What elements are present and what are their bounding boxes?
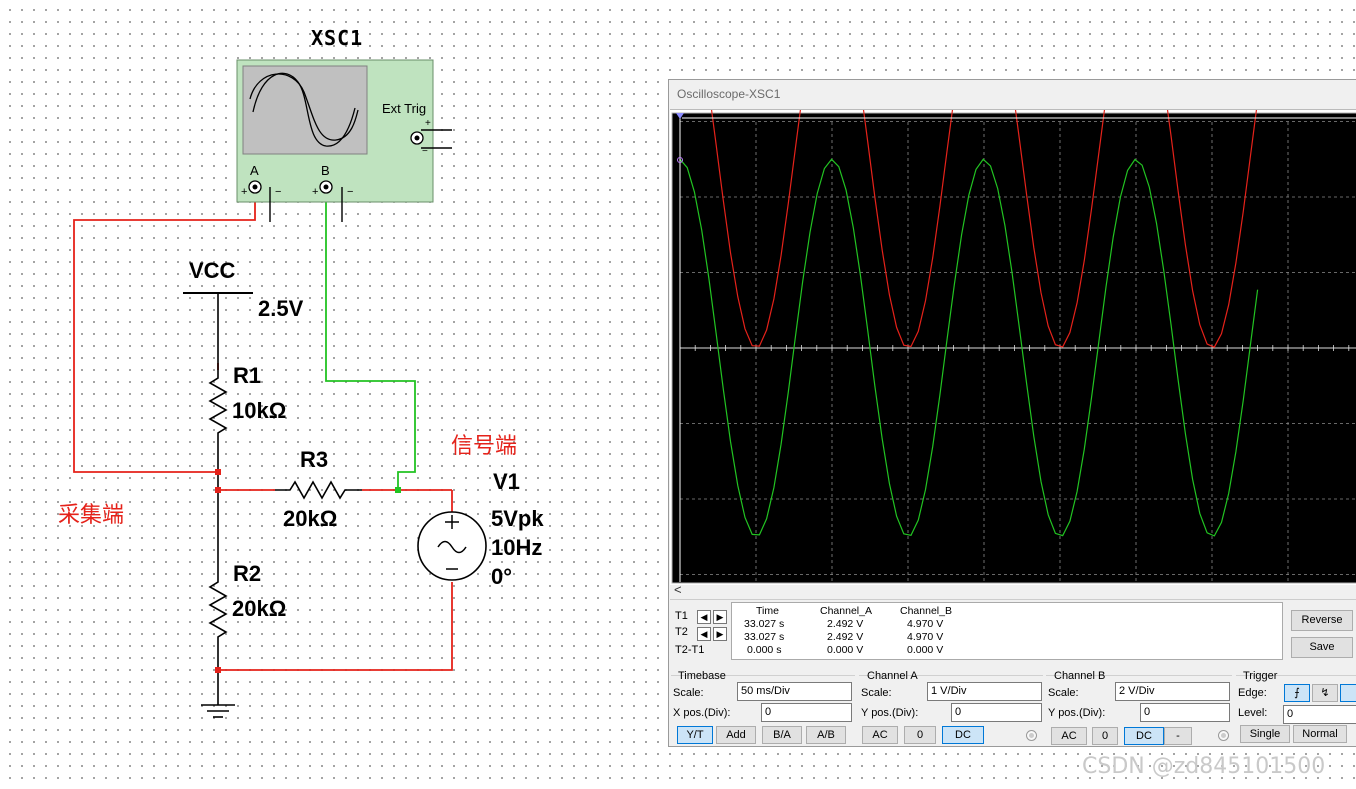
channel-a-scale-label: Scale:	[861, 687, 892, 699]
channel-a-ypos-label: Y pos.(Div):	[861, 707, 919, 719]
oscilloscope-window[interactable]: Oscilloscope-XSC1 < T1 ◀ ▶ T2 ◀ ▶ T2-T1 …	[668, 79, 1356, 747]
r2-symbol[interactable]	[208, 570, 228, 648]
channel-b-ac-button[interactable]: AC	[1051, 727, 1087, 745]
t1-label: T1	[675, 610, 688, 622]
scope-plot	[671, 110, 1356, 584]
readout-diff-a: 0.000 V	[827, 644, 864, 656]
mode-add-button[interactable]: Add	[716, 726, 756, 744]
timebase-title: Timebase	[678, 670, 726, 682]
falling-edge-icon[interactable]: ↯	[1312, 684, 1338, 702]
readout-header-channel-b: Channel_B	[900, 605, 952, 617]
r1-value: 10kΩ	[232, 398, 287, 423]
t1-left-arrow-icon[interactable]: ◀	[697, 610, 711, 624]
t2-left-arrow-icon[interactable]: ◀	[697, 627, 711, 641]
timebase-scale-label: Scale:	[673, 687, 704, 699]
t2-t1-label: T2-T1	[675, 644, 705, 656]
readout-t2-a: 2.492 V	[827, 631, 864, 643]
channel-a-ac-button[interactable]: AC	[862, 726, 898, 744]
readout-header-time: Time	[756, 605, 779, 617]
green-junction	[395, 487, 401, 493]
watermark: CSDN @zd845101500	[1082, 754, 1326, 779]
channel-a-terminal-label: A	[250, 163, 259, 178]
ground-symbol	[201, 704, 235, 718]
ext-trig-minus: −	[422, 146, 428, 157]
channel-a-dc-button[interactable]: DC	[942, 726, 984, 744]
schematic-canvas	[73, 59, 487, 718]
v1-name: V1	[493, 469, 520, 494]
channel-b-zero-button[interactable]: 0	[1092, 727, 1118, 745]
channel-a-title: Channel A	[867, 670, 918, 682]
channel-b-title: Channel B	[1054, 670, 1106, 682]
r3-symbol[interactable]	[275, 480, 362, 500]
r2-value: 20kΩ	[232, 596, 287, 621]
trigger-normal-button[interactable]: Normal	[1293, 725, 1347, 743]
mode-ab-button[interactable]: A/B	[806, 726, 846, 744]
readout-t1-time: 33.027 s	[744, 618, 785, 630]
ac-source-symbol[interactable]	[417, 511, 487, 581]
timebase-scale-field[interactable]: 50 ms/Div	[737, 682, 852, 701]
channel-b-radio[interactable]	[1218, 730, 1229, 741]
channel-a-zero-button[interactable]: 0	[904, 726, 936, 744]
channel-b-terminal-label: B	[321, 163, 330, 178]
t1-right-arrow-icon[interactable]: ▶	[713, 610, 727, 624]
timebase-xpos-field[interactable]: 0	[761, 703, 852, 722]
v1-amplitude: 5Vpk	[491, 506, 544, 531]
mode-ba-button[interactable]: B/A	[762, 726, 802, 744]
channel-b-scale-label: Scale:	[1048, 687, 1079, 699]
trigger-edge-label: Edge:	[1238, 687, 1267, 699]
channel-b-scale-field[interactable]: 2 V/Div	[1115, 682, 1230, 701]
horizontal-scrollbar[interactable]: <	[670, 582, 1356, 600]
rising-edge-icon[interactable]: ⨍	[1284, 684, 1310, 702]
ext-trig-plus: +	[425, 118, 431, 129]
channel-a-plus: +	[241, 186, 248, 198]
r2-name: R2	[233, 561, 262, 586]
channel-a-ypos-field[interactable]: 0	[951, 703, 1042, 722]
r1-symbol[interactable]	[208, 363, 228, 440]
channel-a-radio[interactable]	[1026, 730, 1037, 741]
readout-t1-a: 2.492 V	[827, 618, 864, 630]
cursor-readout-panel: Time Channel_A Channel_B 33.027 s 2.492 …	[731, 602, 1283, 660]
readout-t1-b: 4.970 V	[907, 618, 944, 630]
instrument-name: XSC1	[311, 26, 364, 50]
green-wire[interactable]	[325, 200, 416, 490]
channel-a-scale-field[interactable]: 1 V/Div	[927, 682, 1042, 701]
vcc-value: 2.5V	[258, 296, 304, 321]
channel-a-minus: −	[275, 186, 282, 198]
trigger-level-field[interactable]: 0	[1283, 705, 1356, 724]
channel-b-minus: −	[347, 186, 354, 198]
readout-t2-b: 4.970 V	[907, 631, 944, 643]
trigger-level-label: Level:	[1238, 707, 1268, 719]
readout-diff-b: 0.000 V	[907, 644, 944, 656]
readout-header-channel-a: Channel_A	[820, 605, 872, 617]
trigger-title: Trigger	[1243, 670, 1278, 682]
acquire-end-note: 采集端	[58, 503, 125, 528]
channel-b-ypos-label: Y pos.(Div):	[1048, 707, 1106, 719]
scope-screen[interactable]	[670, 109, 1356, 586]
t2-right-arrow-icon[interactable]: ▶	[713, 627, 727, 641]
r3-value: 20kΩ	[283, 506, 338, 531]
r3-name: R3	[300, 447, 329, 472]
signal-end-note: 信号端	[451, 434, 518, 459]
trigger-source-a-button[interactable]	[1340, 684, 1356, 702]
channel-b-ypos-field[interactable]: 0	[1140, 703, 1230, 722]
ext-trig-label: Ext Trig	[382, 101, 427, 116]
scroll-left-icon[interactable]: <	[674, 582, 682, 597]
channel-b-plus: +	[312, 186, 319, 198]
save-button[interactable]: Save	[1291, 637, 1353, 658]
t2-label: T2	[675, 626, 688, 638]
reverse-button[interactable]: Reverse	[1291, 610, 1353, 631]
v1-frequency: 10Hz	[491, 535, 543, 560]
r1-name: R1	[233, 363, 262, 388]
readout-diff-time: 0.000 s	[747, 644, 782, 656]
mode-yt-button[interactable]: Y/T	[677, 726, 713, 744]
channel-b-dc-button[interactable]: DC	[1124, 727, 1164, 745]
v1-phase: 0°	[491, 564, 513, 589]
readout-t2-time: 33.027 s	[744, 631, 785, 643]
window-title: Oscilloscope-XSC1	[677, 87, 781, 101]
trigger-single-button[interactable]: Single	[1240, 725, 1290, 743]
timebase-xpos-label: X pos.(Div):	[673, 707, 731, 719]
channel-b-invert-button[interactable]: -	[1164, 727, 1192, 745]
oscilloscope-instrument[interactable]	[236, 59, 452, 222]
vcc-label: VCC	[189, 258, 236, 283]
